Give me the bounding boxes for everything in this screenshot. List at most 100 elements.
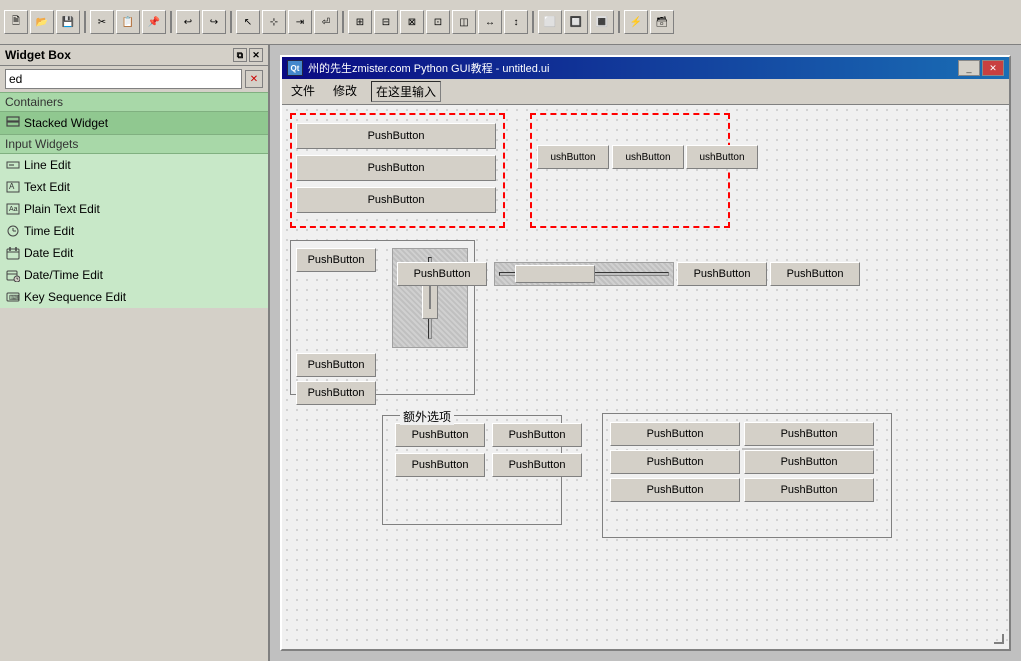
canvas-btn-17[interactable]: PushButton <box>610 422 740 446</box>
canvas-btn-14[interactable]: PushButton <box>395 453 485 477</box>
close-panel-btn[interactable]: ✕ <box>249 48 263 62</box>
sidebar-item-text-edit[interactable]: A Text Edit <box>0 176 268 198</box>
minimize-btn[interactable]: _ <box>958 60 980 76</box>
canvas-btn-15[interactable]: PushButton <box>492 423 582 447</box>
canvas-btn-16[interactable]: PushButton <box>492 453 582 477</box>
main-layout: Widget Box ⧉ ✕ ✕ Containers Stacked Widg… <box>0 45 1021 661</box>
groupbox-extra-label: 额外选项 <box>400 408 454 425</box>
search-input[interactable] <box>5 69 242 89</box>
toolbar: 🗎 📂 💾 ✂ 📋 📌 ↩ ↪ ↖ ⊹ ⇥ ⏎ ⊞ ⊟ ⊠ ⊡ ◫ ↔ ↕ ⬜ … <box>0 0 1021 45</box>
signal-btn[interactable]: ⚡ <box>624 10 648 34</box>
search-row: ✕ <box>0 66 268 92</box>
designer-workspace: Qt 州的先生zmister.com Python GUI教程 - untitl… <box>270 45 1021 661</box>
canvas-btn-3[interactable]: PushButton <box>296 187 496 213</box>
canvas-btn-11[interactable]: ushButton <box>612 145 684 169</box>
resize-handle[interactable] <box>994 634 1004 644</box>
canvas-btn-20[interactable]: PushButton <box>744 422 874 446</box>
sidebar-item-plain-text-edit[interactable]: Aa Plain Text Edit <box>0 198 268 220</box>
stack-icon <box>5 115 21 131</box>
layout3-btn[interactable]: ⊠ <box>400 10 424 34</box>
pointer-btn[interactable]: ↖ <box>236 10 260 34</box>
canvas-btn-7[interactable]: PushButton <box>397 262 487 286</box>
new-btn[interactable]: 🗎 <box>4 10 28 34</box>
float-btn[interactable]: ⧉ <box>233 48 247 62</box>
resource-btn[interactable]: 🗃 <box>650 10 674 34</box>
canvas-btn-6[interactable]: PushButton <box>296 381 376 405</box>
time-edit-icon <box>5 223 21 239</box>
break-btn[interactable]: ⏎ <box>314 10 338 34</box>
layout2-btn[interactable]: ⊟ <box>374 10 398 34</box>
sep4 <box>342 11 344 33</box>
containers-section-header: Containers <box>0 92 268 112</box>
date-edit-icon <box>5 245 21 261</box>
canvas-btn-13[interactable]: PushButton <box>395 423 485 447</box>
cut-btn[interactable]: ✂ <box>90 10 114 34</box>
stacked-widget-label: Stacked Widget <box>24 116 108 130</box>
selection-box-top-right <box>530 113 730 228</box>
canvas-btn-9[interactable]: PushButton <box>770 262 860 286</box>
key-sequence-edit-label: Key Sequence Edit <box>24 290 126 304</box>
time-edit-label: Time Edit <box>24 224 74 238</box>
canvas-btn-4[interactable]: PushButton <box>296 248 376 272</box>
grid1-btn[interactable]: ⬜ <box>538 10 562 34</box>
menu-edit[interactable]: 修改 <box>329 81 361 102</box>
canvas-btn-10[interactable]: ushButton <box>537 145 609 169</box>
text-edit-label: Text Edit <box>24 180 70 194</box>
save-btn[interactable]: 💾 <box>56 10 80 34</box>
h-scrollbar[interactable] <box>494 262 674 286</box>
plain-text-edit-icon: Aa <box>5 201 21 217</box>
canvas-btn-5[interactable]: PushButton <box>296 353 376 377</box>
widget-box-panel: Widget Box ⧉ ✕ ✕ Containers Stacked Widg… <box>0 45 270 661</box>
redo-btn[interactable]: ↪ <box>202 10 226 34</box>
layout4-btn[interactable]: ⊡ <box>426 10 450 34</box>
undo-btn[interactable]: ↩ <box>176 10 200 34</box>
text-edit-icon: A <box>5 179 21 195</box>
sidebar-item-datetime-edit[interactable]: Date/Time Edit <box>0 264 268 286</box>
layout5-btn[interactable]: ◫ <box>452 10 476 34</box>
datetime-edit-label: Date/Time Edit <box>24 268 103 282</box>
input-widgets-section-header: Input Widgets <box>0 134 268 154</box>
plain-text-edit-label: Plain Text Edit <box>24 202 100 216</box>
line-edit-label: Line Edit <box>24 158 71 172</box>
menu-file[interactable]: 文件 <box>287 81 319 102</box>
layout7-btn[interactable]: ↕ <box>504 10 528 34</box>
key-sequence-edit-icon: ⌨ <box>5 289 21 305</box>
header-buttons: ⧉ ✕ <box>233 48 263 62</box>
svg-text:⌨: ⌨ <box>9 294 19 302</box>
sidebar-item-time-edit[interactable]: Time Edit <box>0 220 268 242</box>
canvas-btn-8[interactable]: PushButton <box>677 262 767 286</box>
layout1-btn[interactable]: ⊞ <box>348 10 372 34</box>
sep3 <box>230 11 232 33</box>
paste-btn[interactable]: 📌 <box>142 10 166 34</box>
copy-btn[interactable]: 📋 <box>116 10 140 34</box>
tab-btn[interactable]: ⇥ <box>288 10 312 34</box>
search-clear-btn[interactable]: ✕ <box>245 70 263 88</box>
sidebar-item-date-edit[interactable]: Date Edit <box>0 242 268 264</box>
canvas-btn-2[interactable]: PushButton <box>296 155 496 181</box>
close-btn[interactable]: ✕ <box>982 60 1004 76</box>
qt-window-title: 州的先生zmister.com Python GUI教程 - untitled.… <box>308 60 549 76</box>
canvas-btn-1[interactable]: PushButton <box>296 123 496 149</box>
select-btn[interactable]: ⊹ <box>262 10 286 34</box>
sidebar-item-line-edit[interactable]: Line Edit <box>0 154 268 176</box>
sidebar-item-stacked-widget[interactable]: Stacked Widget <box>0 112 268 134</box>
canvas-btn-12[interactable]: ushButton <box>686 145 758 169</box>
open-btn[interactable]: 📂 <box>30 10 54 34</box>
layout6-btn[interactable]: ↔ <box>478 10 502 34</box>
menu-type-here[interactable]: 在这里输入 <box>371 81 441 102</box>
canvas-btn-22[interactable]: PushButton <box>744 478 874 502</box>
grid2-btn[interactable]: 🔲 <box>564 10 588 34</box>
qt-menubar: 文件 修改 在这里输入 <box>282 79 1009 105</box>
datetime-edit-icon <box>5 267 21 283</box>
sep5 <box>532 11 534 33</box>
sep6 <box>618 11 620 33</box>
canvas-btn-21[interactable]: PushButton <box>744 450 874 474</box>
line-edit-icon <box>5 157 21 173</box>
canvas-btn-19[interactable]: PushButton <box>610 478 740 502</box>
date-edit-label: Date Edit <box>24 246 73 260</box>
canvas-btn-18[interactable]: PushButton <box>610 450 740 474</box>
sidebar-item-key-sequence-edit[interactable]: ⌨ Key Sequence Edit <box>0 286 268 308</box>
svg-text:Aa: Aa <box>9 206 18 213</box>
qt-titlebar: Qt 州的先生zmister.com Python GUI教程 - untitl… <box>282 57 1009 79</box>
grid3-btn[interactable]: 🔳 <box>590 10 614 34</box>
